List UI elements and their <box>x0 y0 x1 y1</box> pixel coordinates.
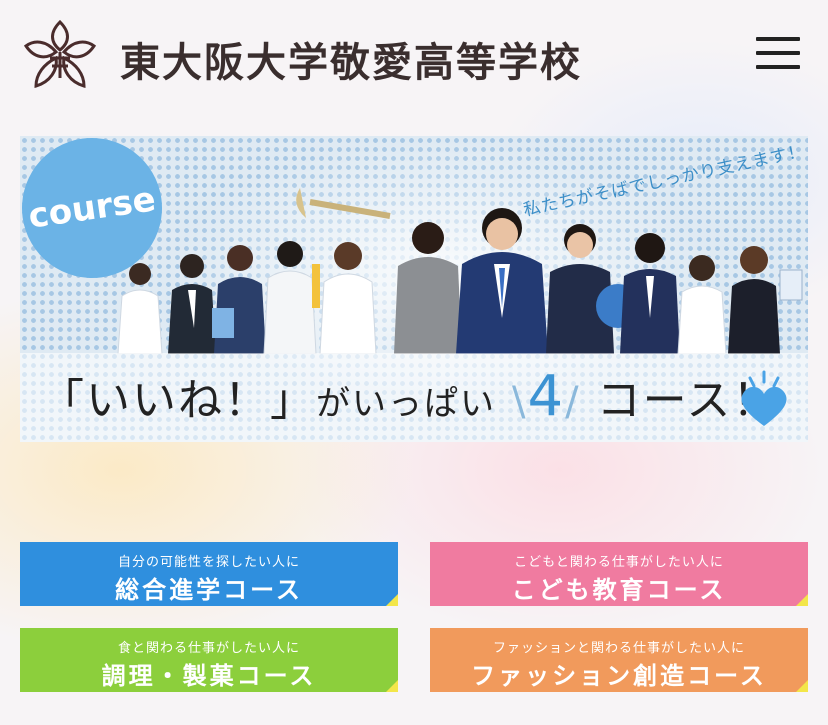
course-button-general[interactable]: 自分の可能性を探したい人に 総合進学コース <box>20 542 398 606</box>
person-figure <box>319 242 377 354</box>
course-name: 総合進学コース <box>115 576 303 604</box>
course-lead: 自分の可能性を探したい人に <box>117 555 300 570</box>
course-name: ファッション創造コース <box>471 662 767 690</box>
tagline-number: 4 <box>527 364 566 429</box>
person-figure <box>620 233 680 354</box>
person-figure <box>728 246 803 354</box>
person-figure <box>456 208 548 354</box>
course-banner[interactable]: course 私たちがそばでしっかり支えます！ 「いいね！」がいっぱい \4/ … <box>20 136 808 442</box>
person-figure <box>117 263 163 354</box>
person-figure <box>212 245 266 354</box>
course-name: こども教育コース <box>511 576 727 604</box>
course-button-child-education[interactable]: こどもと関わる仕事がしたい人に こども教育コース <box>430 542 808 606</box>
school-name[interactable]: 東大阪大学敬愛高等学校 <box>120 30 582 88</box>
tagline-part1: 「いいね！」 <box>40 375 316 426</box>
person-figure <box>394 222 462 354</box>
banner-tagline: 「いいね！」がいっぱい \4/ コース！ <box>40 364 778 429</box>
tagline-part2: がいっぱい <box>316 384 496 424</box>
course-name: 調理・製菓コース <box>101 662 317 690</box>
course-button-fashion[interactable]: ファッションと関わる仕事がしたい人に ファッション創造コース <box>430 628 808 692</box>
menu-bar <box>756 65 800 69</box>
corner-marker <box>796 594 808 606</box>
corner-marker <box>386 594 398 606</box>
menu-bar <box>756 37 800 41</box>
hamburger-menu-icon[interactable] <box>752 33 804 75</box>
site-header: 東大阪大学敬愛高等学校 <box>0 0 828 110</box>
person-figure <box>263 241 320 354</box>
corner-marker <box>796 680 808 692</box>
tagline-slash: / <box>565 379 581 425</box>
corner-marker <box>386 680 398 692</box>
course-lead: ファッションと関わる仕事がしたい人に <box>492 641 745 656</box>
person-figure <box>677 255 727 354</box>
course-lead: こどもと関わる仕事がしたい人に <box>514 555 724 570</box>
course-button-cooking[interactable]: 食と関わる仕事がしたい人に 調理・製菓コース <box>20 628 398 692</box>
tagline-slash: \ <box>512 379 528 425</box>
person-figure <box>168 254 216 354</box>
trumpet-icon <box>296 188 391 219</box>
staff-group-photo <box>117 188 803 354</box>
blue-heart-icon <box>741 370 787 426</box>
menu-bar <box>756 51 800 55</box>
course-lead: 食と関わる仕事がしたい人に <box>117 641 300 656</box>
school-crest-icon[interactable] <box>20 18 100 94</box>
